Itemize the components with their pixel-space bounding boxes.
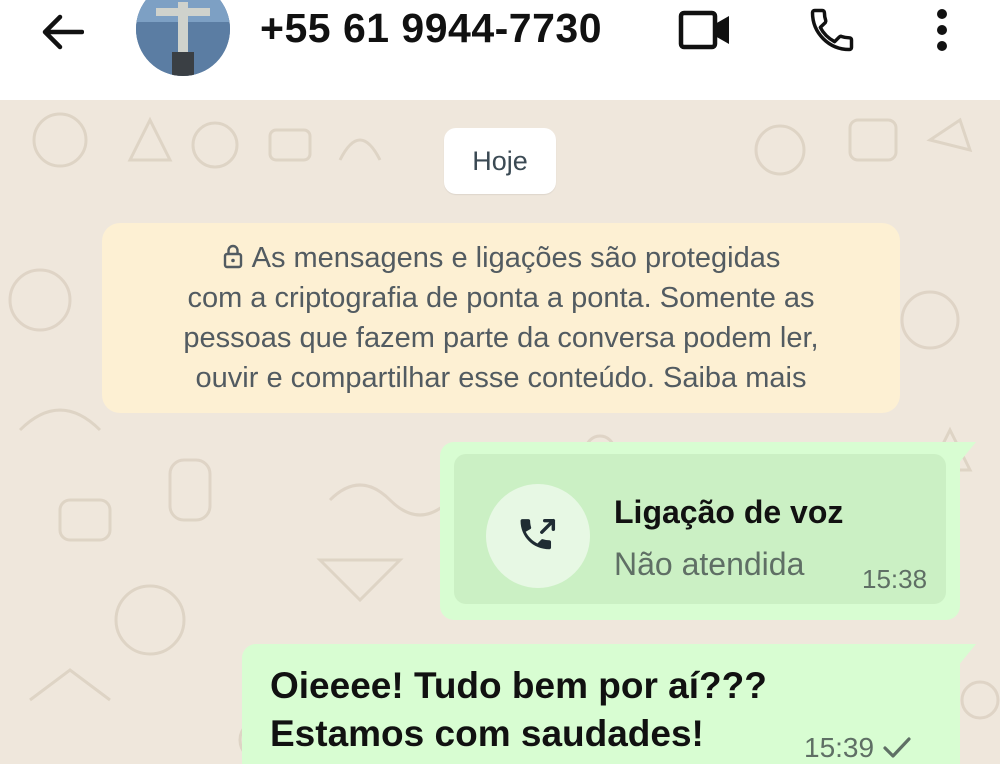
message-timestamp: 15:39: [804, 732, 875, 763]
chat-area[interactable]: Hoje As mensagens e ligações são protegi…: [0, 100, 1000, 764]
chat-header: +55 61 9944-7730: [0, 0, 1000, 100]
outgoing-call-icon: [520, 518, 556, 550]
arrow-left-icon: [42, 14, 84, 50]
statue-image: [136, 0, 230, 76]
video-camera-icon: [678, 10, 729, 50]
message-timestamp: 15:38: [862, 564, 928, 594]
voice-call-button[interactable]: [804, 4, 860, 56]
notice-line: com a criptografia de ponta a ponta. Som…: [187, 282, 815, 314]
bubble-tail: [958, 644, 976, 666]
bubble-tail: [958, 442, 976, 464]
back-button[interactable]: [36, 6, 88, 58]
message-text: Oieeee! Tudo bem por aí??? Estamos com s…: [270, 662, 767, 758]
single-check-icon: [883, 737, 911, 758]
video-call-button[interactable]: [677, 4, 733, 56]
contact-name[interactable]: +55 61 9944-7730: [260, 4, 602, 52]
phone-icon: [810, 8, 854, 52]
date-separator: Hoje: [444, 128, 556, 194]
notice-line: ouvir e compartilhar esse conteúdo. Saib…: [195, 362, 807, 394]
more-options-button[interactable]: [914, 4, 970, 56]
message-line: Oieeee! Tudo bem por aí???: [270, 665, 767, 706]
message-meta: 15:39: [804, 732, 912, 764]
more-vertical-icon: [937, 9, 947, 51]
call-icon-circle: [486, 484, 590, 588]
message-line: Estamos com saudades!: [270, 713, 704, 754]
call-status-label: Não atendida: [614, 546, 805, 582]
notice-line: As mensagens e ligações são protegidas: [251, 242, 781, 274]
lock-icon: [223, 244, 242, 269]
notice-line: pessoas que fazem parte da conversa pode…: [183, 322, 819, 354]
encryption-notice[interactable]: As mensagens e ligações são protegidas c…: [102, 223, 900, 413]
avatar[interactable]: [136, 0, 230, 76]
call-card[interactable]: Ligação de voz Não atendida 15:38: [454, 454, 946, 604]
call-message-bubble[interactable]: Ligação de voz Não atendida 15:38: [440, 442, 960, 620]
call-type-label: Ligação de voz: [614, 494, 844, 530]
text-message-bubble[interactable]: Oieeee! Tudo bem por aí??? Estamos com s…: [242, 644, 960, 764]
